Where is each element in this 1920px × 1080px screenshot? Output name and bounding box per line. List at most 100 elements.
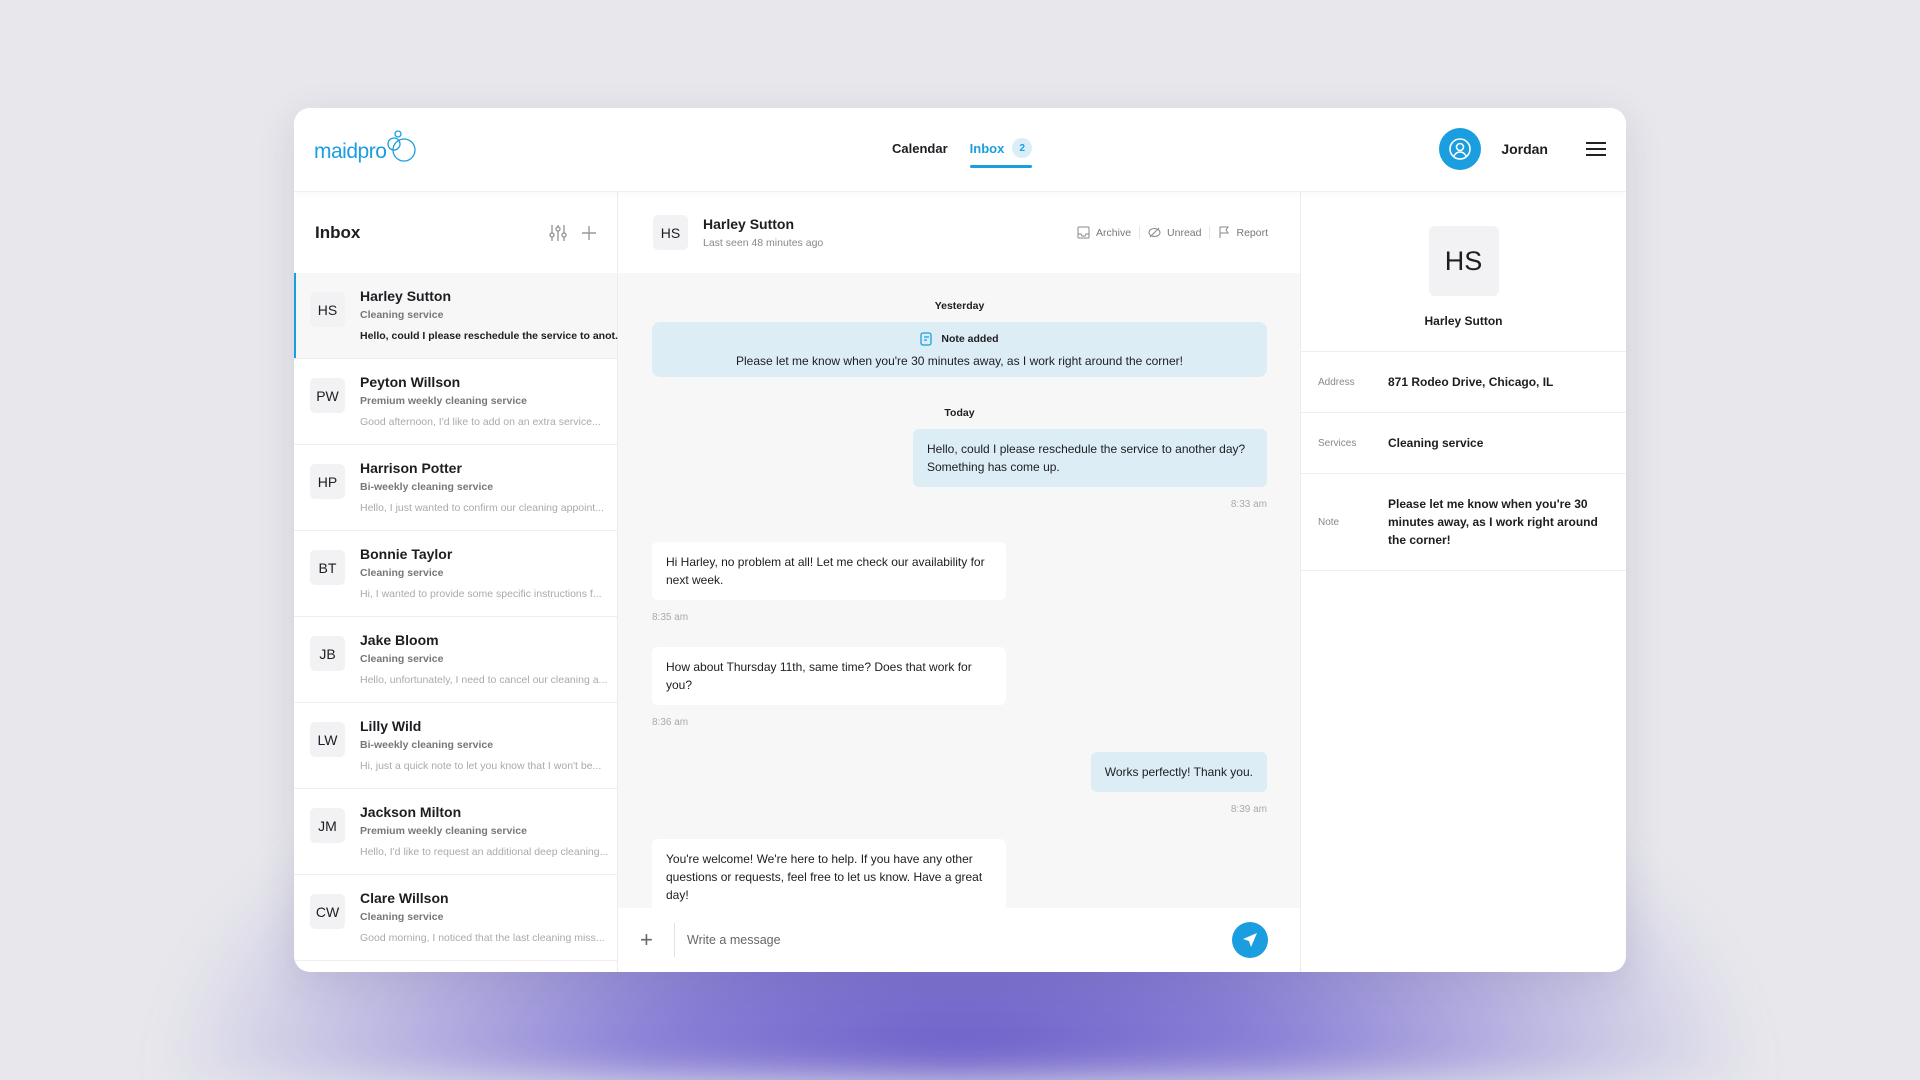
user-name[interactable]: Jordan xyxy=(1501,141,1548,157)
tab-calendar[interactable]: Calendar xyxy=(892,138,948,168)
contact-avatar: HS xyxy=(310,292,345,327)
divider xyxy=(674,923,675,957)
attach-plus-icon[interactable]: + xyxy=(640,927,656,953)
detail-services: Services Cleaning service xyxy=(1301,413,1626,474)
contact-avatar: HS xyxy=(653,215,688,250)
note-body: Please let me know when you're 30 minute… xyxy=(736,354,1183,368)
sent-message: Works perfectly! Thank you. xyxy=(1090,752,1267,792)
user-menu: Jordan xyxy=(1439,128,1606,170)
contact-name: Jackson Milton xyxy=(360,804,462,820)
detail-value: Please let me know when you're 30 minute… xyxy=(1388,497,1598,547)
conversation-item[interactable]: HS Harley Sutton Cleaning service Hello,… xyxy=(294,273,624,359)
main-nav: Calendar Inbox 2 xyxy=(892,138,1033,168)
message-row: How about Thursday 11th, same time? Does… xyxy=(652,647,1267,728)
detail-value: Cleaning service xyxy=(1388,436,1484,450)
detail-note: Note Please let me know when you're 30 mi… xyxy=(1301,474,1626,571)
contact-name: Lilly Wild xyxy=(360,718,422,734)
contact-name: Harley Sutton xyxy=(703,216,795,232)
message-preview: Hello, I'd like to request an additional… xyxy=(360,846,609,858)
service-type: Cleaning service xyxy=(360,911,444,923)
contact-details-panel: HS Harley Sutton Address 871 Rodeo Drive,… xyxy=(1301,192,1626,972)
message-composer: + xyxy=(618,908,1300,972)
contact-name: Harrison Potter xyxy=(360,460,462,476)
last-seen: Last seen 48 minutes ago xyxy=(703,237,824,249)
note-icon xyxy=(920,332,933,346)
message-row: Hello, could I please reschedule the ser… xyxy=(652,429,1267,510)
message-time: 8:33 am xyxy=(1230,499,1267,510)
unread-button[interactable]: Unread xyxy=(1140,226,1211,239)
profile-avatar: HS xyxy=(1428,226,1499,296)
logo-text: maidpro xyxy=(314,140,387,163)
send-icon xyxy=(1243,933,1257,947)
contact-name: Bonnie Taylor xyxy=(360,546,453,562)
received-message: You're welcome! We're here to help. If y… xyxy=(652,839,1006,915)
message-preview: Good afternoon, I'd like to add on an ex… xyxy=(360,416,601,428)
profile-header: HS Harley Sutton xyxy=(1301,192,1626,352)
day-separator: Yesterday xyxy=(934,300,985,312)
inbox-header: Inbox xyxy=(294,192,617,273)
received-message: Hi Harley, no problem at all! Let me che… xyxy=(652,542,1006,600)
report-label: Report xyxy=(1236,226,1268,239)
received-message: How about Thursday 11th, same time? Does… xyxy=(652,647,1006,705)
contact-name: Harley Sutton xyxy=(360,288,452,304)
message-preview: Hi, just a quick note to let you know th… xyxy=(360,760,602,772)
unread-eye-icon xyxy=(1148,227,1161,238)
message-preview: Hi, I wanted to provide some specific in… xyxy=(360,588,602,600)
unread-badge: 2 xyxy=(1012,138,1033,158)
service-type: Premium weekly cleaning service xyxy=(360,395,527,407)
user-circle-icon[interactable] xyxy=(1439,128,1482,170)
conversation-item[interactable]: JB Jake Bloom Cleaning service Hello, un… xyxy=(294,617,617,703)
detail-address: Address 871 Rodeo Drive, Chicago, IL xyxy=(1301,352,1626,413)
archive-label: Archive xyxy=(1096,226,1132,239)
sent-message: Hello, could I please reschedule the ser… xyxy=(913,429,1267,487)
unread-label: Unread xyxy=(1167,226,1202,239)
detail-label: Address xyxy=(1318,376,1355,388)
conversation-item[interactable]: HP Harrison Potter Bi-weekly cleaning se… xyxy=(294,445,617,531)
message-preview: Hello, could I please reschedule the ser… xyxy=(360,330,624,342)
chat-header: HS Harley Sutton Last seen 48 minutes ag… xyxy=(618,192,1300,273)
service-type: Cleaning service xyxy=(360,567,444,579)
contact-name: Clare Willson xyxy=(360,890,449,906)
service-type: Bi-weekly cleaning service xyxy=(360,739,494,751)
flag-icon xyxy=(1219,226,1230,238)
tab-inbox[interactable]: Inbox 2 xyxy=(969,138,1033,168)
contact-avatar: BT xyxy=(310,550,345,585)
detail-value: 871 Rodeo Drive, Chicago, IL xyxy=(1388,375,1554,389)
detail-label: Note xyxy=(1318,516,1340,528)
detail-label: Services xyxy=(1318,437,1357,449)
logo[interactable]: maidpro xyxy=(314,130,418,164)
service-type: Cleaning service xyxy=(360,653,444,665)
service-type: Cleaning service xyxy=(360,309,444,321)
add-conversation-icon[interactable] xyxy=(581,224,597,242)
message-preview: Good morning, I noticed that the last cl… xyxy=(360,932,605,944)
send-button[interactable] xyxy=(1232,922,1268,958)
message-input[interactable] xyxy=(687,933,1232,947)
message-row: Hi Harley, no problem at all! Let me che… xyxy=(652,542,1267,623)
message-time: 8:39 am xyxy=(1230,804,1267,815)
top-bar: maidpro Calendar Inbox 2 Jordan xyxy=(294,108,1626,192)
tab-label: Calendar xyxy=(892,140,948,156)
conversation-item[interactable]: JM Jackson Milton Premium weekly cleanin… xyxy=(294,789,617,875)
report-button[interactable]: Report xyxy=(1210,226,1268,239)
contact-avatar: LW xyxy=(310,722,345,757)
conversation-item[interactable]: PW Peyton Willson Premium weekly cleanin… xyxy=(294,359,617,445)
archive-button[interactable]: Archive xyxy=(1069,226,1141,239)
filter-sliders-icon[interactable] xyxy=(549,224,567,242)
conversation-item[interactable]: CW Clare Willson Cleaning service Good m… xyxy=(294,875,617,961)
message-preview: Hello, unfortunately, I need to cancel o… xyxy=(360,674,608,686)
inbox-title: Inbox xyxy=(315,222,361,242)
contact-name: Jake Bloom xyxy=(360,632,439,648)
day-separator: Today xyxy=(944,407,975,419)
conversation-item[interactable]: LW Lilly Wild Bi-weekly cleaning service… xyxy=(294,703,617,789)
note-title: Note added xyxy=(941,333,999,345)
contact-avatar: PW xyxy=(310,378,345,413)
tab-label: Inbox xyxy=(969,140,1005,156)
hamburger-menu-icon[interactable] xyxy=(1586,142,1606,156)
inbox-panel: Inbox HS Harley Sutton Cleaning service … xyxy=(294,192,624,972)
app-window: maidpro Calendar Inbox 2 Jordan Inbox HS … xyxy=(294,108,1626,972)
chat-panel: HS Harley Sutton Last seen 48 minutes ag… xyxy=(618,192,1301,972)
conversation-item[interactable]: BT Bonnie Taylor Cleaning service Hi, I … xyxy=(294,531,617,617)
message-time: 8:35 am xyxy=(652,612,689,623)
contact-avatar: CW xyxy=(310,894,345,929)
message-time: 8:36 am xyxy=(652,717,689,728)
